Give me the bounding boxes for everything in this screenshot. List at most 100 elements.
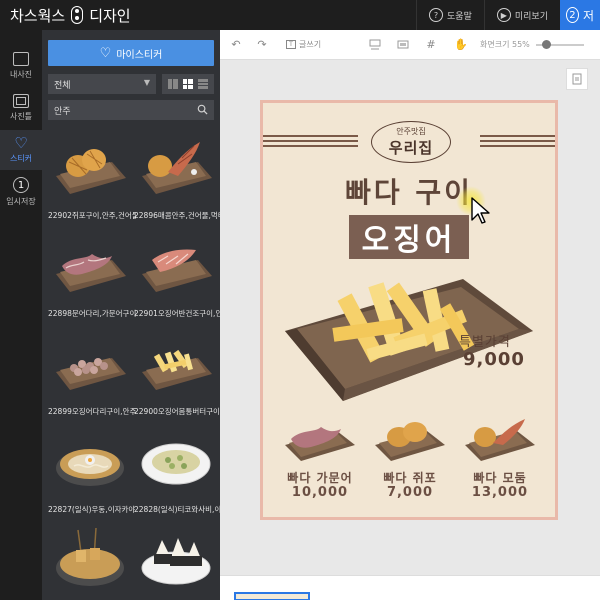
search-icon[interactable] [197,104,208,115]
editor-toolbar: ↶ ↷ T 글쓰기 # ✋ 화면크기 55% [220,30,600,60]
zoom-slider-handle[interactable] [542,40,551,49]
sticker-caption: 22900오징어몸통버터구이, [134,407,220,416]
sticker-item[interactable]: 22827(일식)우동,이자카야 [48,422,135,518]
nav-label: 스티커 [9,154,33,163]
page-thumbnail-strip [220,575,600,600]
view-toggle [162,74,214,94]
play-icon: ▶ [496,8,511,22]
badge-subtitle: 안주맛집 [396,127,426,136]
category-select[interactable]: 전체 ▼ [48,74,156,94]
decor-lines-right [480,135,555,149]
page-thumbnail[interactable] [234,592,310,600]
app-name-left: 차스웍스 [10,6,66,25]
app-root: 차스웍스 디자인 ? 도움말 ▶ 미리보기 2 저 내사진 사진틀 ♡ 스티커 … [0,0,600,600]
page-settings-icon[interactable] [566,68,588,90]
layer-icon[interactable] [396,30,410,60]
top-bar: 차스웍스 디자인 ? 도움말 ▶ 미리보기 2 저 [0,0,600,30]
menu-item-price: 7,000 [386,485,434,500]
grid-icon[interactable]: # [424,30,438,60]
sticker-item[interactable]: 22898문어다리,가문어구이 [48,226,136,322]
menu-item[interactable]: 빠다 쥐포 7,000 [365,415,455,515]
shop-badge[interactable]: 안주맛집 우리집 [371,121,451,163]
top-actions: ? 도움말 ▶ 미리보기 2 저 [416,0,600,30]
app-name-right: 디자인 [89,6,131,25]
app-logo[interactable]: 차스웍스 디자인 [0,5,131,26]
menu-item-name: 빠다 가문어 [287,471,353,485]
menu-item-name: 빠다 모둠 [473,471,527,485]
text-tool-button[interactable]: T 글쓰기 [286,30,321,60]
large-grid-view-icon[interactable] [167,79,178,89]
special-price-label[interactable]: 특별가격 [459,331,511,350]
question-icon: ? [429,8,444,22]
photo-frame-icon [13,52,29,66]
logo-mark-icon [71,6,84,24]
squid-leg-tray-image [56,358,126,390]
sticker-caption: 22898문어다리,가문어구이 [48,309,136,318]
sticker-item[interactable] [134,520,218,600]
save-step-label: 저 [582,8,594,23]
onigiri-plate-image [141,538,211,585]
sticker-item[interactable] [48,520,132,600]
nav-item-sticker[interactable]: ♡ 스티커 [0,130,42,170]
nav-label: 사진틀 [9,112,33,121]
menu-item-name: 빠다 쥐포 [383,471,437,485]
heart-icon: ♡ [14,134,28,152]
menu-item[interactable]: 빠다 모둠 13,000 [455,415,545,515]
octopus-tray-image [285,427,355,461]
tako-wasabi-plate-image [141,443,211,485]
frame-icon [13,94,29,108]
assorted-tray-image [465,419,535,461]
left-nav: 내사진 사진틀 ♡ 스티커 1 임시저장 [0,30,42,600]
help-label: 도움말 [447,11,472,22]
sticker-item[interactable]: 22828(일식)티코와사비,이 [134,422,220,518]
poster-headline[interactable]: 빠다 구이 [263,171,555,211]
menu-item-price: 13,000 [471,485,529,500]
grilled-fish-tray-image [375,422,445,461]
list-view-icon[interactable] [198,79,209,89]
poster-canvas[interactable]: 안주맛집 우리집 빠다 구이 오징어 특별가격 9,000 빠다 가문어 10,… [260,100,558,520]
grid-view-icon[interactable] [182,79,193,89]
category-value: 전체 [54,80,71,91]
sticker-caption: 22901오징어반건조구이,안 [134,309,220,318]
sticker-item[interactable]: 22901오징어반건조구이,안 [134,226,220,322]
step-one-icon: 1 [13,177,29,193]
special-price-value[interactable]: 9,000 [463,349,525,370]
align-icon[interactable] [368,30,382,60]
nav-item-my-photos[interactable]: 내사진 [0,46,42,86]
text-tool-label: 글쓰기 [299,40,322,49]
help-button[interactable]: ? 도움말 [416,0,484,30]
sticker-caption: 22899오징어다리구이,안주 [48,407,136,416]
dried-squid-tray-image [142,249,212,292]
nav-label: 임시저장 [6,197,36,206]
sticker-panel: ♡ 마이스티커 전체 ▼ 안주 22902쥐포구이,안주,건어물 22896매콤… [42,30,220,600]
octopus-leg-tray-image [56,254,126,292]
zoom-label: 화면크기 55% [480,40,530,49]
nav-item-temp-save[interactable]: 1 임시저장 [0,172,42,212]
redo-icon[interactable]: ↷ [254,30,270,60]
search-input[interactable] [54,105,184,115]
my-sticker-label: 마이스티커 [116,49,163,61]
nav-item-photo-frame[interactable]: 사진틀 [0,88,42,128]
chevron-down-icon: ▼ [143,78,150,87]
sticker-item[interactable]: 22896매콤안주,건어물,먹태 [134,128,220,224]
poster-title-box[interactable]: 오징어 [349,215,469,259]
undo-icon[interactable]: ↶ [228,30,244,60]
menu-item[interactable]: 빠다 가문어 10,000 [275,415,365,515]
sticker-item[interactable]: 22899오징어다리구이,안주 [48,324,136,420]
nav-label: 내사진 [9,70,33,79]
sticker-item[interactable]: 22902쥐포구이,안주,건어물 [48,128,136,224]
hand-icon[interactable]: ✋ [454,30,468,60]
decor-lines-left [263,135,358,149]
sticker-caption: 22827(일식)우동,이자카야 [48,505,136,514]
spicy-squid-tray-image [142,142,212,194]
badge-title: 우리집 [388,139,434,157]
step-number-icon: 2 [566,7,579,23]
sticker-caption: 22902쥐포구이,안주,건어물 [48,211,136,220]
preview-button[interactable]: ▶ 미리보기 [483,0,560,30]
text-tool-icon: T [286,40,296,49]
save-step-button[interactable]: 2 저 [560,0,600,30]
preview-label: 미리보기 [514,11,548,22]
butter-squid-tray-image [142,349,212,390]
my-sticker-button[interactable]: ♡ 마이스티커 [48,40,214,66]
sticker-item[interactable]: 22900오징어몸통버터구이, [134,324,220,420]
